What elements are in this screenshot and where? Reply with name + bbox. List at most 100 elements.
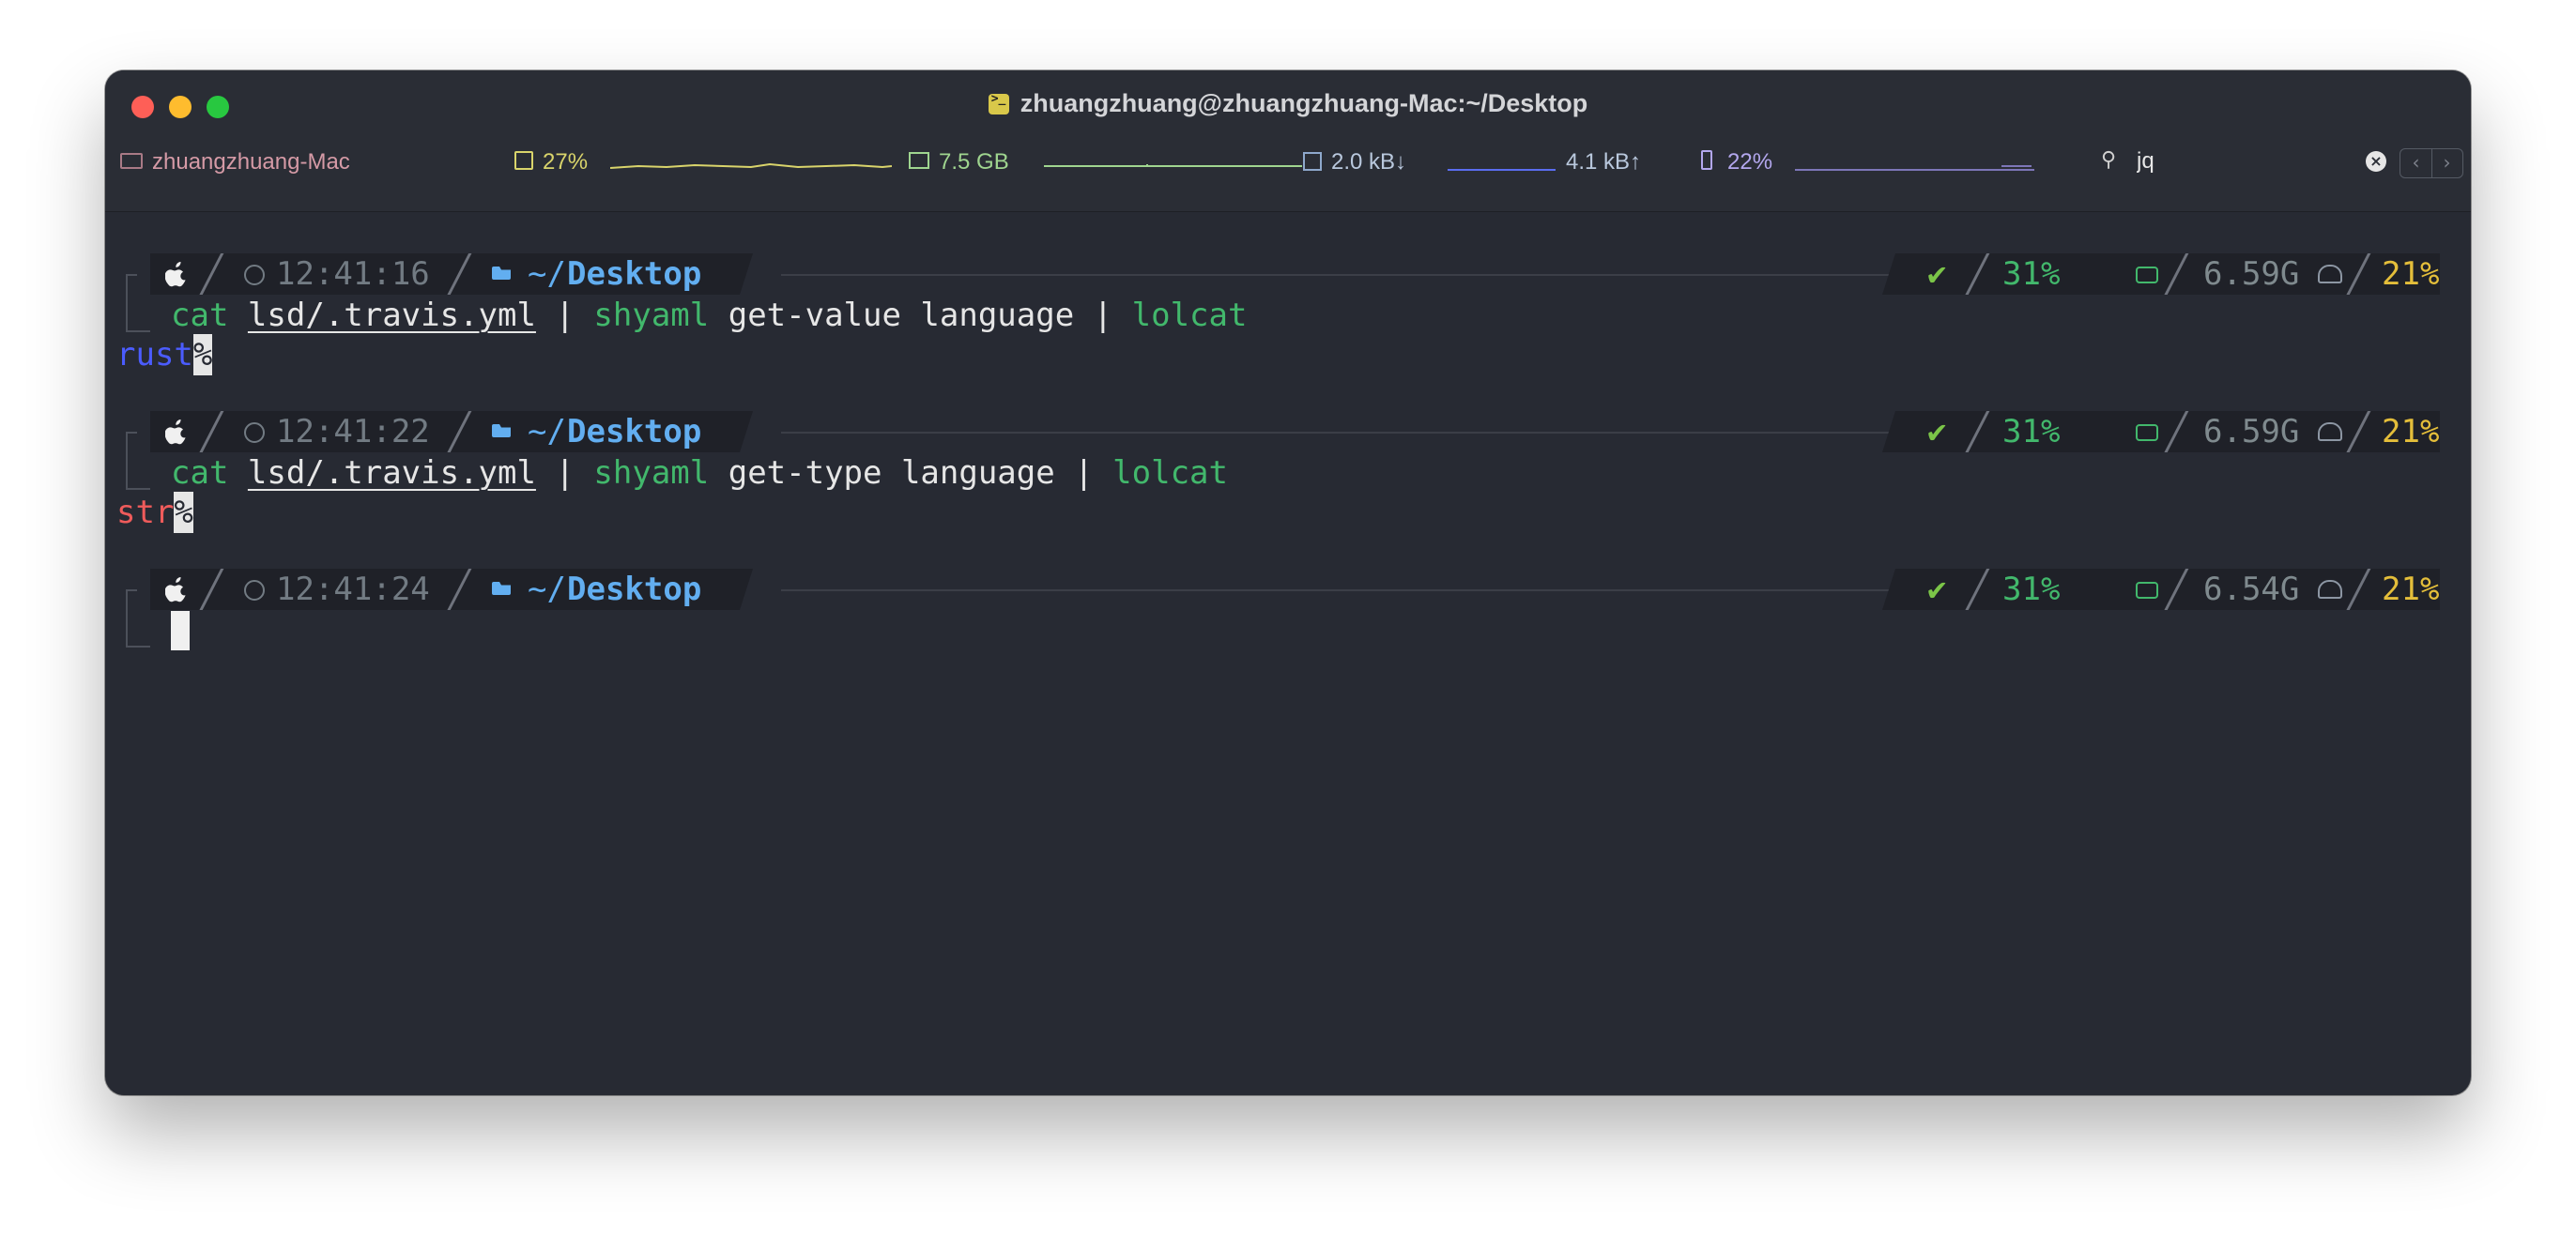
segment-separator: ╱ bbox=[201, 411, 222, 452]
disk-usage: 31% bbox=[2002, 255, 2061, 293]
folder-icon bbox=[492, 582, 511, 595]
battery-icon bbox=[1701, 150, 1712, 170]
prompt-rule bbox=[781, 432, 1992, 434]
net-down-value: 2.0 kB↓ bbox=[1331, 149, 1407, 175]
prompt-rule bbox=[781, 589, 1992, 591]
folder-icon bbox=[492, 267, 511, 280]
eol-marker: % bbox=[192, 334, 213, 375]
search-nav-buttons: ‹ › bbox=[2400, 148, 2463, 178]
prompt-connector bbox=[126, 274, 150, 332]
prompt-dir-name: Desktop bbox=[567, 413, 702, 450]
prompt-connector bbox=[126, 432, 150, 490]
prompt-left-segment: ╱ 12:41:24 ╱ ~/ Desktop bbox=[150, 569, 753, 610]
segment-separator: ╱ bbox=[1967, 411, 1988, 452]
net-up-status: 4.1 kB↑ bbox=[1566, 149, 1641, 175]
segment-separator: ╱ bbox=[2348, 569, 2369, 610]
clock-icon bbox=[244, 265, 265, 285]
memory-status: 7.5 GB bbox=[909, 149, 1009, 175]
memory-sparkline bbox=[1044, 164, 1302, 167]
net-up-value: 4.1 kB↑ bbox=[1566, 149, 1642, 175]
prompt-time: 12:41:22 bbox=[276, 413, 430, 450]
prompt-time: 12:41:24 bbox=[276, 571, 430, 608]
command-tool: shyaml bbox=[593, 454, 710, 492]
segment-separator: ╱ bbox=[2348, 253, 2369, 295]
command-filter: lolcat bbox=[1131, 297, 1248, 334]
exit-status-icon: ✔ bbox=[1927, 571, 1947, 608]
segment-separator: ╱ bbox=[449, 253, 470, 295]
command-tool: shyaml bbox=[593, 297, 710, 334]
apple-icon bbox=[165, 577, 188, 602]
search-icon[interactable]: ⚲ bbox=[2101, 148, 2116, 172]
terminal-window: zhuangzhuang@zhuangzhuang-Mac:~/Desktop … bbox=[105, 70, 2471, 1095]
pipe-symbol: | bbox=[555, 454, 575, 492]
output-text: rust bbox=[116, 336, 193, 374]
segment-separator: ╱ bbox=[1967, 253, 1988, 295]
segment-separator: ╱ bbox=[201, 253, 222, 295]
command-args: get-value language bbox=[728, 297, 1075, 334]
exit-status-icon: ✔ bbox=[1927, 413, 1947, 450]
prompt-dir-prefix: ~/ bbox=[528, 255, 566, 293]
cpu-status: 27% bbox=[514, 149, 588, 175]
network-icon bbox=[1303, 152, 1322, 171]
segment-separator: ╱ bbox=[2166, 253, 2187, 295]
search-box[interactable]: ⚲ × bbox=[2095, 146, 2386, 178]
terminal-icon bbox=[988, 92, 1009, 114]
prompt-dir-prefix: ~/ bbox=[528, 571, 566, 608]
command-filter: lolcat bbox=[1112, 454, 1228, 492]
gauge-icon bbox=[2318, 580, 2342, 599]
chevron-right-icon[interactable]: › bbox=[2431, 149, 2462, 177]
prompt-rule bbox=[781, 274, 1992, 276]
ram-usage: 6.59G bbox=[2203, 413, 2300, 450]
prompt-left-segment: ╱ 12:41:16 ╱ ~/ Desktop bbox=[150, 253, 753, 295]
cpu-icon bbox=[514, 151, 533, 170]
pipe-symbol: | bbox=[1074, 454, 1094, 492]
cpu-value: 27% bbox=[543, 149, 589, 175]
prompt-right-segment: ✔ ╱ 31% ╱ 6.59G ╱ 21% bbox=[1882, 253, 2440, 295]
prompt-dir-name: Desktop bbox=[567, 571, 702, 608]
prompt-dir-prefix: ~/ bbox=[528, 413, 566, 450]
segment-separator: ╱ bbox=[2166, 411, 2187, 452]
search-input[interactable] bbox=[2137, 148, 2362, 175]
battery-status: 22% bbox=[1701, 149, 1772, 175]
segment-separator: ╱ bbox=[449, 569, 470, 610]
disk-icon bbox=[2136, 424, 2158, 441]
laptop-icon bbox=[120, 153, 143, 169]
command-file-arg: lsd/.travis.yml bbox=[247, 454, 536, 492]
prompt-battery: 21% bbox=[2382, 571, 2440, 608]
disk-usage: 31% bbox=[2002, 413, 2061, 450]
clock-icon bbox=[244, 422, 265, 443]
pipe-symbol: | bbox=[1093, 297, 1113, 334]
title-bar: zhuangzhuang@zhuangzhuang-Mac:~/Desktop … bbox=[105, 70, 2471, 212]
eol-marker: % bbox=[174, 492, 193, 533]
command-line: cat lsd/.travis.yml | shyaml get-value l… bbox=[171, 295, 1247, 336]
apple-icon bbox=[165, 262, 188, 287]
pipe-symbol: | bbox=[555, 297, 575, 334]
battery-value: 22% bbox=[1727, 149, 1773, 175]
command-args: get-type language bbox=[728, 454, 1055, 492]
text-cursor bbox=[171, 611, 190, 650]
memory-value: 7.5 GB bbox=[939, 149, 1009, 175]
terminal-content[interactable]: ╱ 12:41:16 ╱ ~/ Desktop ✔ ╱ 31% ╱ 6.59G … bbox=[105, 211, 2471, 1095]
battery-full-icon bbox=[2461, 576, 2471, 606]
apple-icon bbox=[165, 419, 188, 445]
command-name: cat bbox=[171, 297, 229, 334]
prompt-connector bbox=[126, 589, 150, 648]
memory-icon bbox=[909, 152, 929, 169]
gauge-icon bbox=[2318, 422, 2342, 441]
prompt-battery: 21% bbox=[2382, 413, 2440, 450]
folder-icon bbox=[492, 424, 511, 437]
disk-icon bbox=[2136, 267, 2158, 283]
window-title: zhuangzhuang@zhuangzhuang-Mac:~/Desktop bbox=[105, 89, 2471, 118]
segment-separator: ╱ bbox=[2348, 411, 2369, 452]
segment-separator: ╱ bbox=[449, 411, 470, 452]
prompt-dir-name: Desktop bbox=[567, 255, 702, 293]
prompt-left-segment: ╱ 12:41:22 ╱ ~/ Desktop bbox=[150, 411, 753, 452]
command-line: cat lsd/.travis.yml | shyaml get-type la… bbox=[171, 452, 1228, 494]
exit-status-icon: ✔ bbox=[1927, 255, 1947, 293]
clear-icon[interactable]: × bbox=[2366, 151, 2386, 172]
battery-sparkline bbox=[1795, 165, 2034, 171]
network-sparkline bbox=[1448, 169, 1556, 171]
window-title-text: zhuangzhuang@zhuangzhuang-Mac:~/Desktop bbox=[1020, 89, 1588, 117]
output-text: str bbox=[116, 494, 175, 531]
chevron-left-icon[interactable]: ‹ bbox=[2400, 149, 2432, 177]
